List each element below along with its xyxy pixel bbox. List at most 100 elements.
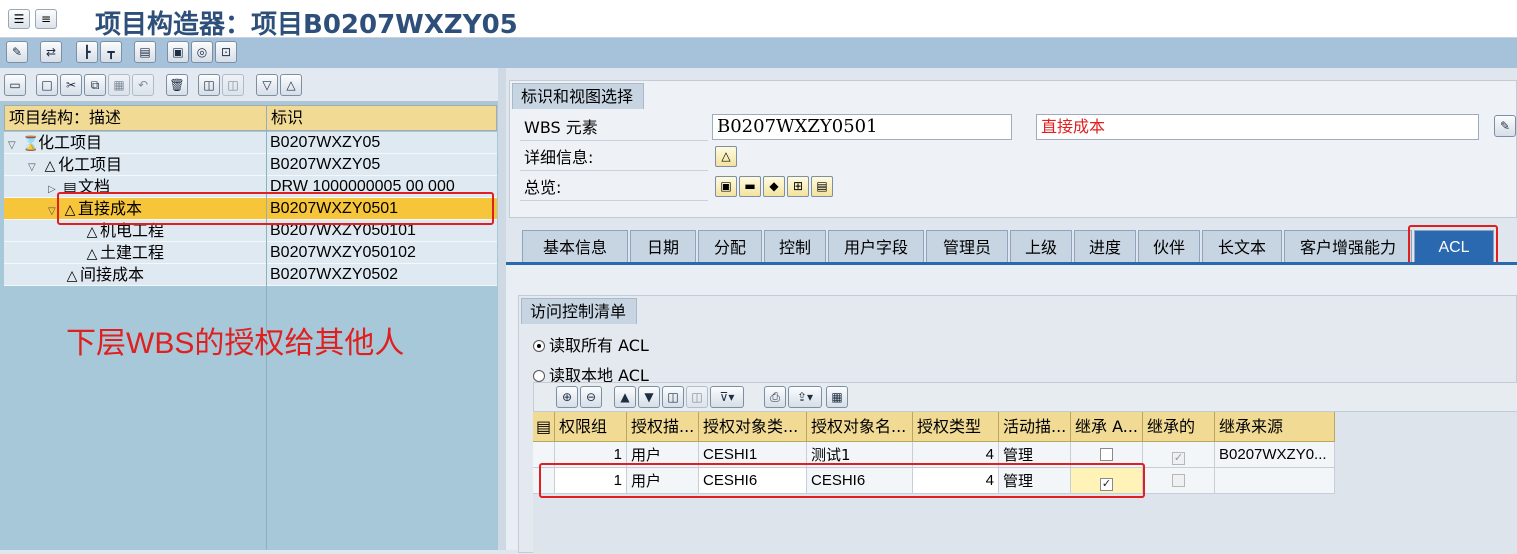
wbs-description: 直接成本 xyxy=(1036,114,1479,140)
find-next-icon[interactable]: ◫ xyxy=(222,74,244,96)
tree-col-id[interactable]: 标识 xyxy=(267,106,496,130)
cut-icon[interactable]: ✂ xyxy=(60,74,82,96)
col-header-inherit-a[interactable]: 继承 A... xyxy=(1071,412,1143,442)
col-header-auth-group[interactable]: 权限组 xyxy=(555,412,627,442)
tab-superior[interactable]: 上级 xyxy=(1010,230,1072,262)
project-icon: ⌛ xyxy=(22,136,40,152)
tree-node-id: B0207WXZY05 xyxy=(270,134,381,151)
selection-group: 标识和视图选择 WBS 元素 B0207WXZY0501 直接成本 ✎ 详细信息… xyxy=(509,80,1517,218)
copy-icon[interactable]: ⧉ xyxy=(84,74,106,96)
tab-assignment[interactable]: 分配 xyxy=(698,230,762,262)
dropdown-menu-icon[interactable]: ☰ xyxy=(8,9,30,29)
table-icon[interactable]: ▤ xyxy=(134,41,156,63)
structure-icon[interactable]: ┳ xyxy=(100,41,122,63)
detail-label: 详细信息: xyxy=(520,145,708,171)
edit-icon[interactable]: ✎ xyxy=(6,41,28,63)
tree-node-label: 间接成本 xyxy=(80,265,145,284)
worklist-icon[interactable]: ▣ xyxy=(167,41,189,63)
tab-customer-enhancement[interactable]: 客户增强能力 xyxy=(1284,230,1412,262)
project-tree-pane: ▭ □ ✂ ⧉ ▦ ↶ 🗑 ◫ ◫ ▽ △ 项目结构：描述 标识 ▽ ⌛化工项目 … xyxy=(0,68,498,550)
undo-icon[interactable]: ↶ xyxy=(132,74,154,96)
tab-basic-info[interactable]: 基本信息 xyxy=(522,230,628,262)
title-bar: ☰ ≡ 项目构造器：项目B0207WXZY05 xyxy=(0,0,1517,40)
tree-row[interactable]: △ 土建工程 B0207WXZY050102 xyxy=(4,242,497,264)
col-header-obj-type[interactable]: 授权对象类... xyxy=(699,412,807,442)
filter-icon[interactable]: ⊽▾ xyxy=(710,386,744,408)
grid-toolbar: ⊕ ⊖ ▲ ▼ ◫ ◫ ⊽▾ ⎙ ⇪▾ ▦ xyxy=(533,382,1517,412)
col-header-auth-type[interactable]: 授权类型 xyxy=(913,412,999,442)
settings-icon[interactable]: ◎ xyxy=(191,41,213,63)
radio-selected-icon xyxy=(533,340,545,352)
acl-tab-body: 访问控制清单 读取所有 ACL 读取本地 ACL ⊕ ⊖ ▲ ▼ ◫ ◫ ⊽▾ … xyxy=(506,262,1517,554)
new-doc-icon[interactable]: □ xyxy=(36,74,58,96)
insert-row-icon[interactable]: ⊕ xyxy=(556,386,578,408)
tab-dates[interactable]: 日期 xyxy=(630,230,696,262)
switch-icon[interactable]: ⇄ xyxy=(40,41,62,63)
delete-row-icon[interactable]: ⊖ xyxy=(580,386,602,408)
overview-label: 总览: xyxy=(520,175,708,201)
checkbox-checked-disabled-icon: ✓ xyxy=(1172,452,1185,465)
select-all-icon[interactable]: ▤ xyxy=(533,412,555,442)
page-title: 项目构造器：项目B0207WXZY05 xyxy=(95,10,518,40)
overview-list-icon[interactable]: ▤ xyxy=(811,176,833,197)
tree-node-id: B0207WXZY05 xyxy=(270,156,381,173)
overview-structure-icon[interactable]: ▣ xyxy=(715,176,737,197)
tree-node-id: B0207WXZY050102 xyxy=(270,244,416,261)
cell-inherited xyxy=(1143,468,1215,494)
overview-bar-icon[interactable]: ▬ xyxy=(739,176,761,197)
tab-progress[interactable]: 进度 xyxy=(1074,230,1136,262)
overview-network-icon[interactable]: ⊞ xyxy=(787,176,809,197)
open-folder-icon[interactable]: ▭ xyxy=(4,74,26,96)
col-header-inherit-source[interactable]: 继承来源 xyxy=(1215,412,1335,442)
wbs-input[interactable]: B0207WXZY0501 xyxy=(712,114,1012,140)
wbs-label: WBS 元素 xyxy=(520,115,708,141)
detail-warning-icon[interactable]: △ xyxy=(715,146,737,167)
pane-splitter[interactable] xyxy=(498,68,506,550)
warning-triangle-icon: △ xyxy=(86,246,98,262)
tree-row[interactable]: ▽ △ 化工项目 B0207WXZY05 xyxy=(4,154,497,176)
tree-node-label: 化工项目 xyxy=(58,155,123,174)
col-header-inherited[interactable]: 继承的 xyxy=(1143,412,1215,442)
tree-col-description[interactable]: 项目结构：描述 xyxy=(5,106,267,130)
tree-node-label: 化工项目 xyxy=(38,133,103,152)
find-next-icon[interactable]: ◫ xyxy=(686,386,708,408)
expand-icon[interactable]: ▽ xyxy=(256,74,278,96)
print-icon[interactable]: ⎙ xyxy=(764,386,786,408)
hierarchy-icon[interactable]: ┣ xyxy=(76,41,98,63)
col-header-auth-desc[interactable]: 授权描... xyxy=(627,412,699,442)
delete-icon[interactable]: 🗑 xyxy=(166,74,188,96)
layout-grid-icon[interactable]: ▦ xyxy=(826,386,848,408)
tab-administrator[interactable]: 管理员 xyxy=(926,230,1008,262)
warning-triangle-icon: △ xyxy=(86,224,98,240)
sort-ascending-icon[interactable]: ▲ xyxy=(614,386,636,408)
warning-triangle-icon: △ xyxy=(44,158,56,174)
acl-table: ▤ 权限组 授权描... 授权对象类... 授权对象名... 授权类型 活动描.… xyxy=(533,412,1517,554)
tab-user-fields[interactable]: 用户字段 xyxy=(828,230,924,262)
find-icon[interactable]: ◫ xyxy=(662,386,684,408)
tab-control[interactable]: 控制 xyxy=(764,230,826,262)
export-icon[interactable]: ⊡ xyxy=(215,41,237,63)
detail-pane: 标识和视图选择 WBS 元素 B0207WXZY0501 直接成本 ✎ 详细信息… xyxy=(506,68,1517,554)
cell-inherit-source xyxy=(1215,468,1335,494)
sort-descending-icon[interactable]: ▼ xyxy=(638,386,660,408)
export-icon[interactable]: ⇪▾ xyxy=(788,386,822,408)
highlight-box-tree xyxy=(57,192,494,225)
edit-text-icon[interactable]: ✎ xyxy=(1494,115,1516,137)
doc-list-icon[interactable]: ≡ xyxy=(35,9,57,29)
warning-triangle-icon: △ xyxy=(66,268,78,284)
collapse-icon[interactable]: △ xyxy=(280,74,302,96)
acl-group: 访问控制清单 读取所有 ACL 读取本地 ACL ⊕ ⊖ ▲ ▼ ◫ ◫ ⊽▾ … xyxy=(518,295,1517,554)
tree-row[interactable]: △ 间接成本 B0207WXZY0502 xyxy=(4,264,497,286)
radio-label: 读取所有 ACL xyxy=(549,336,649,355)
col-header-activity[interactable]: 活动描... xyxy=(999,412,1071,442)
paste-icon[interactable]: ▦ xyxy=(108,74,130,96)
find-icon[interactable]: ◫ xyxy=(198,74,220,96)
tab-partner[interactable]: 伙伴 xyxy=(1138,230,1200,262)
application-toolbar: ✎ ⇄ ┣ ┳ ▤ ▣ ◎ ⊡ xyxy=(0,38,1517,68)
checkbox-unchecked-icon[interactable] xyxy=(1100,448,1113,461)
col-header-obj-name[interactable]: 授权对象名... xyxy=(807,412,913,442)
tree-row[interactable]: ▽ ⌛化工项目 B0207WXZY05 xyxy=(4,132,497,154)
tab-long-text[interactable]: 长文本 xyxy=(1202,230,1282,262)
radio-read-all-acl[interactable]: 读取所有 ACL xyxy=(533,332,649,356)
overview-diamond-icon[interactable]: ◆ xyxy=(763,176,785,197)
